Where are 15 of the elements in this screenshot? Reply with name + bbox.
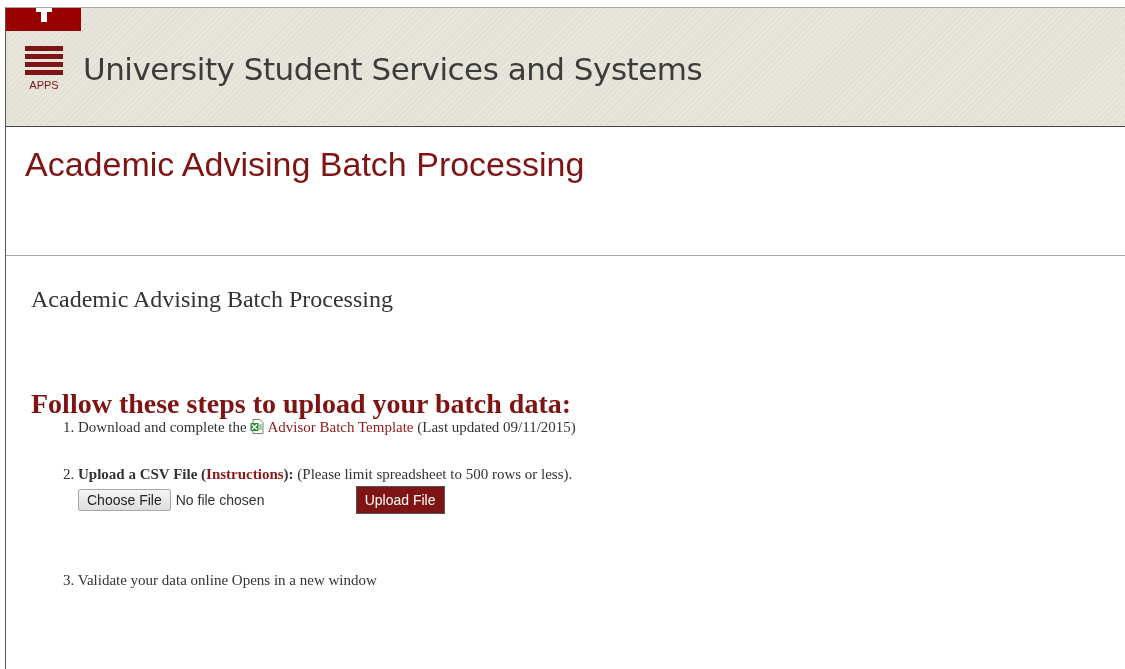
upload-file-button[interactable]: Upload File — [355, 486, 445, 514]
apps-menu-button[interactable]: APPS — [25, 46, 63, 91]
file-status: No file chosen — [175, 492, 266, 508]
logo-icon — [6, 8, 81, 31]
spreadsheet-icon — [250, 419, 265, 434]
site-title: University Student Services and Systems — [83, 50, 703, 87]
steps-heading: Follow these steps to upload your batch data: — [31, 390, 573, 418]
section-title: Academic Advising Batch Processing — [31, 286, 394, 313]
instructions-link[interactable]: Instructions — [206, 466, 284, 482]
page-title: Academic Advising Batch Processing — [24, 144, 586, 184]
template-link[interactable]: Advisor Batch Template — [267, 419, 414, 435]
choose-file-button[interactable]: Choose File — [78, 489, 171, 511]
step-text: 1. Download and complete the Advisor Batch Template (Last updated 09/11/2015) — [63, 419, 576, 435]
step-text: 2. Upload a CSV File (Instructions): (Please limit spreadsheet to 500 rows or less). — [63, 466, 573, 482]
step-text: 3. Validate your data online Opens in a new window — [63, 572, 377, 588]
